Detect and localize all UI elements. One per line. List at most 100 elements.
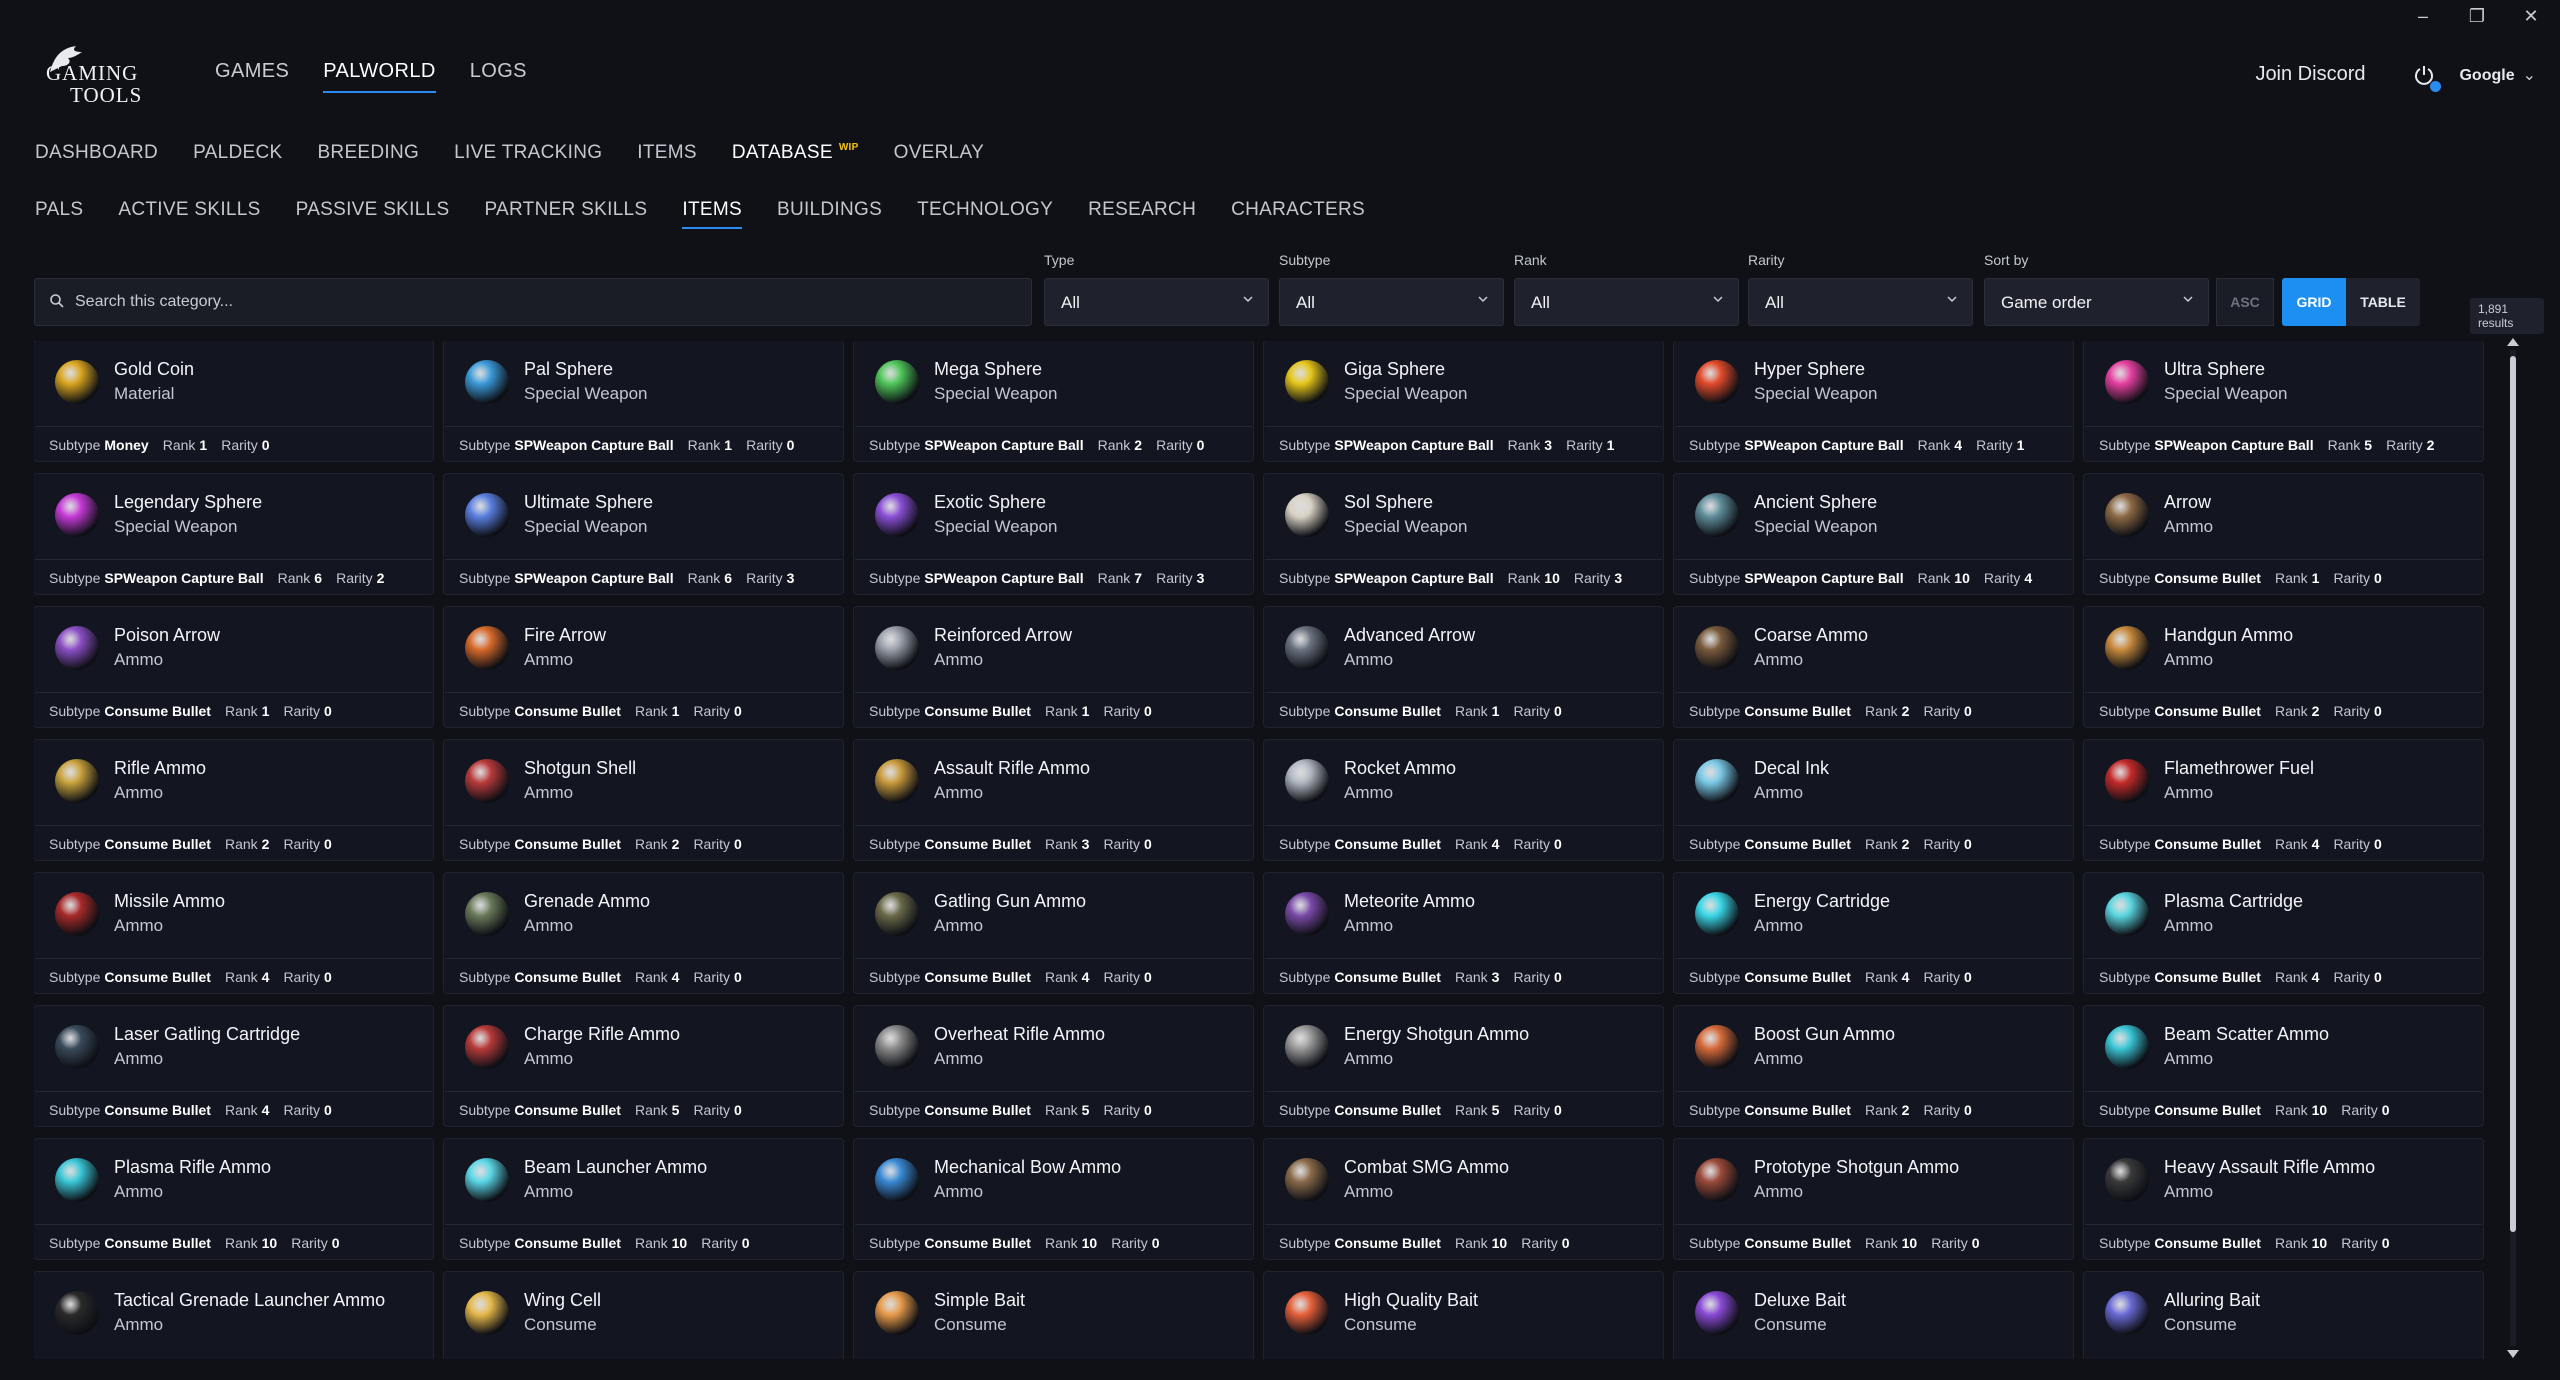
- item-name: Energy Shotgun Ammo: [1344, 1024, 1530, 1044]
- item-card[interactable]: Heavy Assault Rifle Ammo Ammo Subtype Consu…: [2083, 1138, 2484, 1260]
- grid-view-button[interactable]: GRID: [2282, 278, 2346, 326]
- rank-select[interactable]: All: [1514, 278, 1739, 326]
- item-card[interactable]: Reinforced Arrow Ammo Subtype Consume Bulle…: [853, 606, 1254, 728]
- item-card[interactable]: Advanced Arrow Ammo Subtype Consume Bullet R…: [1263, 606, 1664, 728]
- tab-live-tracking[interactable]: LIVE TRACKING: [454, 142, 602, 164]
- item-subtype: Subtype Consume Bullet: [1279, 1235, 1441, 1251]
- item-card[interactable]: Handgun Ammo Ammo Subtype Consume Bullet Ran…: [2083, 606, 2484, 728]
- item-card[interactable]: Energy Shotgun Ammo Ammo Subtype Consume Bu…: [1263, 1005, 1664, 1127]
- db-tab-buildings[interactable]: BUILDINGS: [777, 199, 882, 229]
- item-card[interactable]: Overheat Rifle Ammo Ammo Subtype Consume Bu…: [853, 1005, 1254, 1127]
- nav-games[interactable]: GAMES: [215, 60, 289, 93]
- item-card[interactable]: Charge Rifle Ammo Ammo Subtype Consume Bull…: [443, 1005, 844, 1127]
- item-card[interactable]: Gold Coin Material Subtype Money Rank 1 Rarity…: [34, 341, 434, 462]
- item-card[interactable]: Fire Arrow Ammo Subtype Consume Bullet Rank 1…: [443, 606, 844, 728]
- item-card[interactable]: Arrow Ammo Subtype Consume Bullet Rank 1 Rarit…: [2083, 473, 2484, 595]
- item-card[interactable]: Shotgun Shell Ammo Subtype Consume Bullet Ra…: [443, 739, 844, 861]
- tab-breeding[interactable]: BREEDING: [317, 142, 419, 164]
- scroll-thumb[interactable]: [2510, 356, 2516, 1232]
- db-tab-research[interactable]: RESEARCH: [1088, 199, 1196, 229]
- item-name: Combat SMG Ammo: [1344, 1157, 1510, 1177]
- item-rarity-value: 0: [734, 835, 742, 852]
- item-subtype: Subtype Consume Bullet: [869, 703, 1031, 719]
- item-card[interactable]: Rocket Ammo Ammo Subtype Consume Bullet Rank…: [1263, 739, 1664, 861]
- item-card[interactable]: Exotic Sphere Special Weapon Subtype SPWeap…: [853, 473, 1254, 595]
- item-card[interactable]: Hyper Sphere Special Weapon Subtype SPWeapo…: [1673, 341, 2074, 462]
- db-tab-passive-skills[interactable]: PASSIVE SKILLS: [296, 199, 450, 229]
- account-menu[interactable]: Google ⌄: [2459, 65, 2536, 85]
- item-card[interactable]: Ultimate Sphere Special Weapon Subtype SPWe…: [443, 473, 844, 595]
- tab-database[interactable]: DATABASE WIP: [732, 142, 859, 164]
- nav-palworld[interactable]: PALWORLD: [323, 60, 436, 93]
- item-card[interactable]: Wing Cell Consume: [443, 1271, 844, 1359]
- item-card[interactable]: Ultra Sphere Special Weapon Subtype SPWeapo…: [2083, 341, 2484, 462]
- item-card[interactable]: Boost Gun Ammo Ammo Subtype Consume Bullet R…: [1673, 1005, 2074, 1127]
- item-card[interactable]: Laser Gatling Cartridge Ammo Subtype Consum…: [34, 1005, 434, 1127]
- search-box[interactable]: [34, 278, 1032, 326]
- item-card[interactable]: Beam Launcher Ammo Ammo Subtype Consume Bul…: [443, 1138, 844, 1260]
- item-rank: Rank 4: [1918, 437, 1962, 453]
- item-card[interactable]: Poison Arrow Ammo Subtype Consume Bullet Ran…: [34, 606, 434, 728]
- item-rarity-label: Rarity: [693, 968, 730, 985]
- item-card[interactable]: Sol Sphere Special Weapon Subtype SPWeapon …: [1263, 473, 1664, 595]
- item-card[interactable]: Deluxe Bait Consume: [1673, 1271, 2074, 1359]
- scroll-down-icon[interactable]: [2507, 1350, 2519, 1358]
- table-view-button[interactable]: TABLE: [2346, 278, 2420, 326]
- db-tab-technology[interactable]: TECHNOLOGY: [917, 199, 1053, 229]
- item-card[interactable]: Mega Sphere Special Weapon Subtype SPWeapon…: [853, 341, 1254, 462]
- item-card[interactable]: Prototype Shotgun Ammo Ammo Subtype Consume…: [1673, 1138, 2074, 1260]
- power-button[interactable]: [2413, 64, 2442, 92]
- scrollbar[interactable]: [2505, 336, 2521, 1360]
- rarity-select[interactable]: All: [1748, 278, 1973, 326]
- item-rarity: Rarity 0: [1103, 1102, 1151, 1118]
- asc-button[interactable]: ASC: [2216, 278, 2274, 326]
- item-card[interactable]: Decal Ink Ammo Subtype Consume Bullet Rank 2 R…: [1673, 739, 2074, 861]
- db-tab-items[interactable]: ITEMS: [682, 199, 742, 229]
- item-card[interactable]: Rifle Ammo Ammo Subtype Consume Bullet Rank 2…: [34, 739, 434, 861]
- item-card[interactable]: Coarse Ammo Ammo Subtype Consume Bullet Rank…: [1673, 606, 2074, 728]
- tab-items[interactable]: ITEMS: [637, 142, 697, 164]
- item-card[interactable]: Meteorite Ammo Ammo Subtype Consume Bullet R…: [1263, 872, 1664, 994]
- item-card[interactable]: Giga Sphere Special Weapon Subtype SPWeapon…: [1263, 341, 1664, 462]
- nav-logs[interactable]: LOGS: [470, 60, 527, 93]
- item-card[interactable]: Tactical Grenade Launcher Ammo Ammo: [34, 1271, 434, 1359]
- item-card[interactable]: Combat SMG Ammo Ammo Subtype Consume Bullet…: [1263, 1138, 1664, 1260]
- type-select[interactable]: All: [1044, 278, 1269, 326]
- item-rank-value: 2: [2311, 702, 2320, 719]
- item-name: Rifle Ammo: [114, 758, 207, 778]
- db-tab-characters[interactable]: CHARACTERS: [1231, 199, 1365, 229]
- db-tab-active-skills[interactable]: ACTIVE SKILLS: [118, 199, 260, 229]
- item-category: Ammo: [2164, 650, 2214, 669]
- tab-paldeck[interactable]: PALDECK: [193, 142, 282, 164]
- item-card[interactable]: Plasma Cartridge Ammo Subtype Consume Bulle…: [2083, 872, 2484, 994]
- item-card[interactable]: Beam Scatter Ammo Ammo Subtype Consume Bull…: [2083, 1005, 2484, 1127]
- item-meta: Subtype Consume Bullet Rank 1 Rarity 0: [855, 692, 1252, 728]
- db-tab-partner-skills[interactable]: PARTNER SKILLS: [484, 199, 647, 229]
- item-card[interactable]: Assault Rifle Ammo Ammo Subtype Consume Bul…: [853, 739, 1254, 861]
- sort-select[interactable]: Game order: [1984, 278, 2209, 326]
- item-rarity-label: Rarity: [1156, 569, 1193, 586]
- item-card[interactable]: Simple Bait Consume: [853, 1271, 1254, 1359]
- tab-overlay[interactable]: OVERLAY: [894, 142, 984, 164]
- db-tab-pals[interactable]: PALS: [35, 199, 83, 229]
- item-rank-label: Rank: [1044, 835, 1078, 852]
- search-input[interactable]: [75, 279, 1015, 325]
- gaming-tools-logo[interactable]: GAMING TOOLS: [46, 42, 164, 108]
- item-card[interactable]: Alluring Bait Consume: [2083, 1271, 2484, 1359]
- item-card[interactable]: High Quality Bait Consume: [1263, 1271, 1664, 1359]
- item-card[interactable]: Missile Ammo Ammo Subtype Consume Bullet Ran…: [34, 872, 434, 994]
- item-card[interactable]: Legendary Sphere Special Weapon Subtype SPW…: [34, 473, 434, 595]
- item-card[interactable]: Mechanical Bow Ammo Ammo Subtype Consume Bu…: [853, 1138, 1254, 1260]
- item-card[interactable]: Grenade Ammo Ammo Subtype Consume Bullet Ran…: [443, 872, 844, 994]
- scroll-up-icon[interactable]: [2507, 338, 2519, 346]
- tab-dashboard[interactable]: DASHBOARD: [35, 142, 158, 164]
- item-card[interactable]: Plasma Rifle Ammo Ammo Subtype Consume Bull…: [34, 1138, 434, 1260]
- item-card[interactable]: Flamethrower Fuel Ammo Subtype Consume Bull…: [2083, 739, 2484, 861]
- item-card[interactable]: Ancient Sphere Special Weapon Subtype SPWea…: [1673, 473, 2074, 595]
- item-card[interactable]: Gatling Gun Ammo Ammo Subtype Consume Bulle…: [853, 872, 1254, 994]
- meteorite-ammo-icon: [1279, 886, 1335, 942]
- subtype-select[interactable]: All: [1279, 278, 1504, 326]
- join-discord-link[interactable]: Join Discord: [2255, 63, 2365, 86]
- item-card[interactable]: Pal Sphere Special Weapon Subtype SPWeapon …: [443, 341, 844, 462]
- item-card[interactable]: Energy Cartridge Ammo Subtype Consume Bulle…: [1673, 872, 2074, 994]
